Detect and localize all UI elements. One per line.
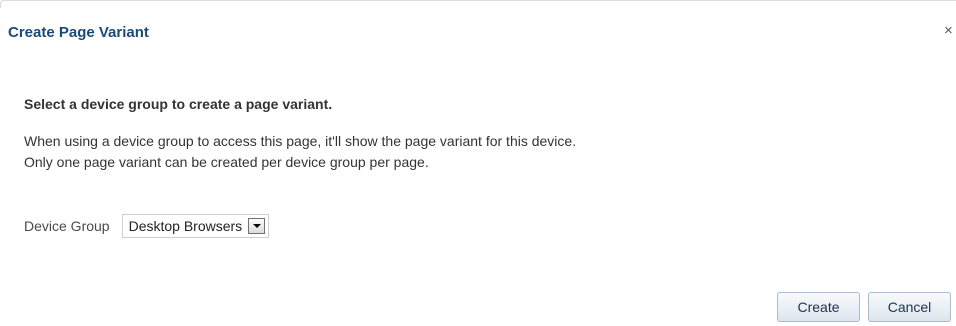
description-line: Only one page variant can be created per…: [24, 154, 429, 170]
dialog-title: Create Page Variant: [8, 24, 149, 41]
instruction-text: Select a device group to create a page v…: [24, 96, 333, 112]
create-button[interactable]: Create: [777, 292, 860, 322]
description-text: When using a device group to access this…: [24, 131, 576, 173]
description-line: When using a device group to access this…: [24, 133, 577, 149]
cancel-button[interactable]: Cancel: [868, 292, 951, 322]
device-group-selected-value: Desktop Browsers: [128, 218, 243, 234]
create-page-variant-dialog: Create Page Variant × Select a device gr…: [0, 0, 956, 326]
chevron-down-icon[interactable]: [248, 218, 266, 234]
close-icon[interactable]: ×: [944, 22, 956, 40]
device-group-row: Device Group Desktop Browsers: [24, 214, 270, 238]
device-group-label: Device Group: [24, 218, 110, 234]
device-group-select[interactable]: Desktop Browsers: [121, 214, 270, 238]
dialog-border: [0, 0, 956, 8]
